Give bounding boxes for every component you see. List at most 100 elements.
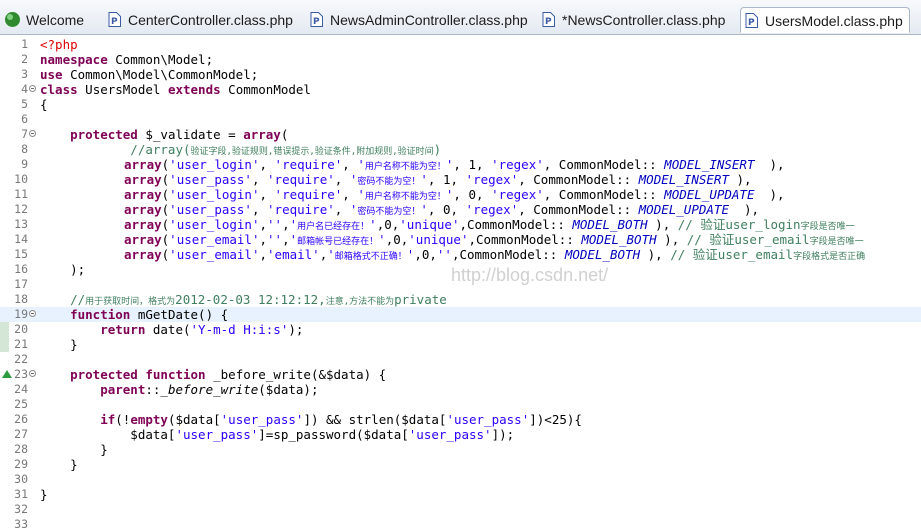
fold-toggle-icon[interactable] xyxy=(29,310,36,317)
current-code-line[interactable]: 19 function mGetDate() { xyxy=(0,307,921,322)
keyword: if xyxy=(40,412,116,427)
line-number: 26 xyxy=(14,412,28,426)
code-text: , xyxy=(259,157,275,172)
code-line[interactable]: 9 array('user_login', 'require', '用户名称不能为… xyxy=(0,157,921,172)
code-line[interactable]: 8 //array(验证字段,验证规则,错误提示,验证条件,附加规则,验证时间) xyxy=(0,142,921,157)
php-file-icon: P xyxy=(542,12,555,27)
code-text: ,CommonModel:: xyxy=(468,232,582,247)
code-line[interactable]: 21 } xyxy=(0,337,921,352)
string: 邮箱帐号已经存在！ xyxy=(297,237,379,247)
keyword: function xyxy=(145,367,206,382)
code-line[interactable]: 22 xyxy=(0,352,921,367)
line-number: 30 xyxy=(14,472,28,486)
code-line[interactable]: 32 xyxy=(0,502,921,517)
code-line[interactable]: 12 array('user_pass', 'require', '密码不能为空！… xyxy=(0,202,921,217)
string: ' xyxy=(327,247,335,262)
code-text: Common\Model; xyxy=(107,52,214,67)
code-line[interactable]: 11 array('user_login', 'require', '用户名称不能… xyxy=(0,187,921,202)
keyword: extends xyxy=(167,82,221,97)
svg-text:P: P xyxy=(545,17,552,27)
php-file-icon: P xyxy=(745,13,758,28)
keyword: array xyxy=(243,127,281,142)
line-number: 13 xyxy=(14,217,28,231)
code-line[interactable]: 25 xyxy=(0,397,921,412)
keyword: protected xyxy=(40,367,138,382)
code-text: Common\Model\CommonModel; xyxy=(62,67,259,82)
code-line[interactable]: 31} xyxy=(0,487,921,502)
string: 'user_pass' xyxy=(175,427,259,442)
code-line[interactable]: 4 class UsersModel extends CommonModel xyxy=(0,82,921,97)
constant: MODEL_BOTH xyxy=(564,247,641,262)
constant: MODEL_INSERT xyxy=(664,157,755,172)
line-number: 14 xyxy=(14,232,28,246)
line-number: 1 xyxy=(21,37,28,51)
php-file-icon: P xyxy=(108,12,121,27)
line-number: 19 xyxy=(14,307,28,321)
code-text: , xyxy=(282,217,290,232)
tab-newscontroller[interactable]: P *NewsController.class.php xyxy=(538,7,734,33)
code-text: , CommonModel:: xyxy=(518,202,639,217)
code-line[interactable]: 27 $data['user_pass']=sp_password($data[… xyxy=(0,427,921,442)
code-text: mGetDate() { xyxy=(130,307,229,322)
comment: 字段格式是否正确 xyxy=(793,252,866,262)
tab-usersmodel[interactable]: P UsersModel.class.php xyxy=(740,7,910,33)
code-line[interactable]: 10 array('user_pass', 'require', '密码不能为空！… xyxy=(0,172,921,187)
code-line[interactable]: 1 <?php xyxy=(0,37,921,52)
code-line[interactable]: 20 return date('Y-m-d H:i:s'); xyxy=(0,322,921,337)
tab-centercontroller[interactable]: P CenterController.class.php xyxy=(104,7,302,33)
code-text: , xyxy=(259,232,268,247)
line-number: 7 xyxy=(21,127,28,141)
comment: 用于获取时间，格式为 xyxy=(85,297,176,307)
code-line[interactable]: 2 namespace Common\Model; xyxy=(0,52,921,67)
keyword: function xyxy=(40,307,131,322)
fold-toggle-icon[interactable] xyxy=(29,370,36,377)
code-line[interactable]: 26 if(!empty($data['user_pass']) && strl… xyxy=(0,412,921,427)
string: ' xyxy=(289,232,298,247)
code-line[interactable]: 15 array('user_email','email','邮箱格式不正确！',… xyxy=(0,247,921,262)
fold-toggle-icon[interactable] xyxy=(29,130,36,137)
line-number: 9 xyxy=(21,157,28,171)
code-line[interactable]: 29 } xyxy=(0,457,921,472)
code-text: ($data[ xyxy=(167,412,221,427)
code-editor[interactable]: 1 <?php 2 namespace Common\Model; 3 use Com… xyxy=(0,35,921,531)
code-text: } xyxy=(40,442,108,457)
fold-toggle-icon[interactable] xyxy=(29,85,36,92)
code-line[interactable]: 14 array('user_email','','邮箱帐号已经存在！',0,'u… xyxy=(0,232,921,247)
tab-welcome[interactable]: Welcome xyxy=(2,7,100,33)
code-text: , xyxy=(251,172,268,187)
code-line[interactable]: 3 use Common\Model\CommonModel; xyxy=(0,67,921,82)
comment: 验证字段,验证规则,错误提示,验证条件,附加规则,验证时间 xyxy=(190,147,434,157)
code-line[interactable]: 6 xyxy=(0,112,921,127)
line-number: 25 xyxy=(14,397,28,411)
string: 'require' xyxy=(267,172,335,187)
string: ' xyxy=(357,187,365,202)
comment: 注意,方法不能为 xyxy=(325,297,395,307)
code-line[interactable]: 24 parent::_before_write($data); xyxy=(0,382,921,397)
code-text: ), xyxy=(728,202,760,217)
code-text: ,CommonModel:: xyxy=(459,217,573,232)
string: ' xyxy=(420,172,428,187)
code-text: , xyxy=(342,187,358,202)
code-line[interactable]: 33 xyxy=(0,517,921,532)
code-line[interactable]: 13 array('user_login','','用户名已经存在！',0,'un… xyxy=(0,217,921,232)
code-line[interactable]: 7 protected $_validate = array( xyxy=(0,127,921,142)
code-line[interactable]: 28 } xyxy=(0,442,921,457)
code-text: $data[ xyxy=(40,427,176,442)
code-text: ,0, xyxy=(376,217,400,232)
code-line[interactable]: 23 protected function _before_write(&$da… xyxy=(0,367,921,382)
string: 'require' xyxy=(267,202,335,217)
string: 用户名称不能为空！ xyxy=(364,162,446,172)
tab-newsadmincontroller[interactable]: P NewsAdminController.class.php xyxy=(306,7,534,33)
code-text: , CommonModel:: xyxy=(518,172,639,187)
comment: //array( xyxy=(40,142,191,157)
keyword: empty xyxy=(130,412,168,427)
code-line[interactable]: 18 //用于获取时间，格式为2012-02-03 12:12:12,注意,方法… xyxy=(0,292,921,307)
string: '' xyxy=(267,232,283,247)
line-number: 10 xyxy=(14,172,28,186)
svg-text:P: P xyxy=(313,17,320,27)
code-line[interactable]: 30 xyxy=(0,472,921,487)
code-text: ), xyxy=(640,247,671,262)
string: 'unique' xyxy=(408,232,469,247)
keyword: class xyxy=(40,82,78,97)
code-line[interactable]: 5{ xyxy=(0,97,921,112)
